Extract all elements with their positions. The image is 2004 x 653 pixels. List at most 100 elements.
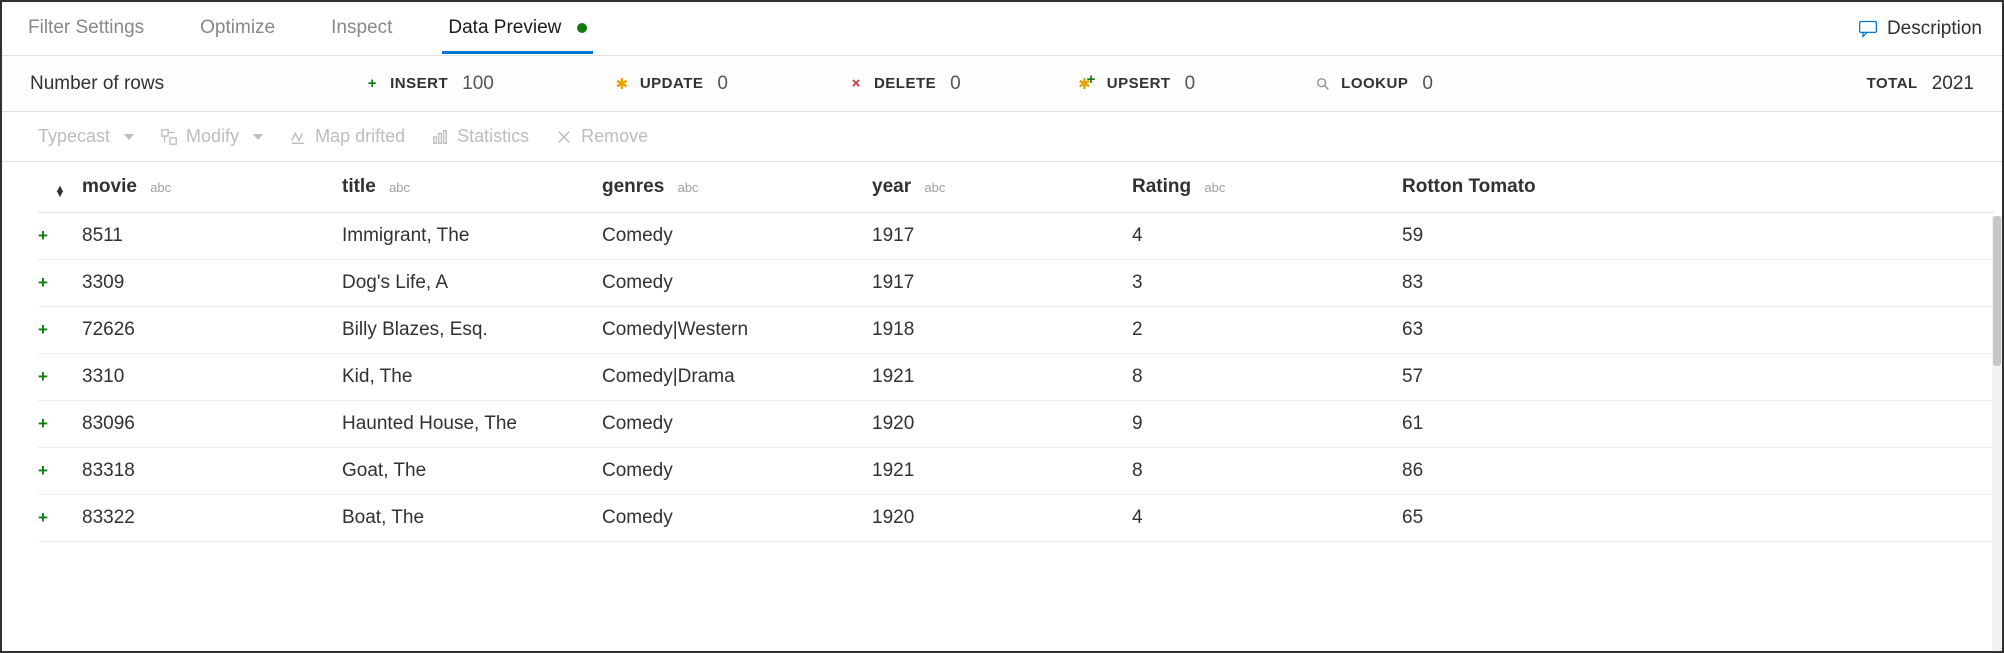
cell-title: Immigrant, The (342, 213, 602, 260)
cell-rating: 4 (1132, 213, 1402, 260)
tab-optimize[interactable]: Optimize (194, 3, 281, 54)
cell-rotten: 59 (1402, 213, 1994, 260)
stat-upsert-value: 0 (1185, 73, 1196, 95)
tab-bar: Filter Settings Optimize Inspect Data Pr… (2, 2, 2002, 56)
cell-genres: Comedy (602, 448, 872, 495)
search-icon (1315, 76, 1331, 92)
modify-icon (160, 128, 178, 146)
cell-rotten: 83 (1402, 260, 1994, 307)
stat-delete: × DELETE 0 (848, 73, 961, 95)
table-row[interactable]: +3309Dog's Life, AComedy1917383 (38, 260, 1994, 307)
tab-filter-settings[interactable]: Filter Settings (22, 3, 150, 54)
column-header-movie[interactable]: movie abc (82, 162, 342, 213)
table-row[interactable]: +83318Goat, TheComedy1921886 (38, 448, 1994, 495)
row-insert-icon: + (38, 448, 82, 495)
cell-movie: 8511 (82, 213, 342, 260)
table-row[interactable]: +8511Immigrant, TheComedy1917459 (38, 213, 1994, 260)
stat-delete-value: 0 (950, 73, 961, 95)
data-table: ▲▼ movie abc title abc genres abc (38, 162, 1994, 542)
stat-total: TOTAL 2021 (1867, 73, 1974, 95)
cell-movie: 3310 (82, 354, 342, 401)
modify-button[interactable]: Modify (160, 126, 263, 147)
stat-total-label: TOTAL (1867, 75, 1918, 92)
cell-rating: 9 (1132, 401, 1402, 448)
column-header-rating[interactable]: Rating abc (1132, 162, 1402, 213)
row-insert-icon: + (38, 307, 82, 354)
cell-year: 1917 (872, 213, 1132, 260)
cell-genres: Comedy (602, 495, 872, 542)
cell-rating: 8 (1132, 448, 1402, 495)
cell-title: Billy Blazes, Esq. (342, 307, 602, 354)
scrollbar-thumb[interactable] (1993, 216, 2001, 366)
column-header-genres[interactable]: genres abc (602, 162, 872, 213)
stat-insert-label: INSERT (390, 75, 448, 92)
cell-movie: 72626 (82, 307, 342, 354)
cell-year: 1917 (872, 260, 1132, 307)
stat-insert-value: 100 (462, 73, 494, 95)
table-toolbar: Typecast Modify Map drifted Statistics R… (2, 112, 2002, 162)
data-preview-window: Filter Settings Optimize Inspect Data Pr… (0, 0, 2004, 653)
column-year-label: year (872, 176, 911, 197)
x-icon: × (848, 76, 864, 92)
cell-rotten: 86 (1402, 448, 1994, 495)
cell-title: Boat, The (342, 495, 602, 542)
table-row[interactable]: +83096Haunted House, TheComedy1920961 (38, 401, 1994, 448)
typecast-button[interactable]: Typecast (38, 126, 134, 147)
typecast-label: Typecast (38, 126, 110, 147)
table-row[interactable]: +83322Boat, TheComedy1920465 (38, 495, 1994, 542)
remove-label: Remove (581, 126, 648, 147)
stat-upsert: ✱+ UPSERT 0 (1081, 73, 1195, 95)
tab-data-preview[interactable]: Data Preview (442, 3, 592, 54)
cell-year: 1921 (872, 448, 1132, 495)
cell-year: 1921 (872, 354, 1132, 401)
column-header-title[interactable]: title abc (342, 162, 602, 213)
statistics-button[interactable]: Statistics (431, 126, 529, 147)
tab-inspect[interactable]: Inspect (325, 3, 398, 54)
column-title-type: abc (389, 180, 410, 195)
cell-rating: 8 (1132, 354, 1402, 401)
column-movie-label: movie (82, 176, 137, 197)
stat-update-label: UPDATE (640, 75, 704, 92)
column-header-year[interactable]: year abc (872, 162, 1132, 213)
data-table-container: ▲▼ movie abc title abc genres abc (2, 162, 2002, 651)
comment-icon (1857, 19, 1879, 39)
column-movie-type: abc (150, 180, 171, 195)
map-drifted-icon (289, 128, 307, 146)
column-genres-type: abc (678, 180, 699, 195)
number-of-rows-label: Number of rows (30, 73, 164, 95)
statistics-icon (431, 128, 449, 146)
column-header-rotten[interactable]: Rotton Tomato (1402, 162, 1994, 213)
cell-title: Haunted House, The (342, 401, 602, 448)
column-rating-type: abc (1204, 180, 1225, 195)
sort-column-header[interactable]: ▲▼ (38, 162, 82, 213)
remove-button[interactable]: Remove (555, 126, 648, 147)
cell-genres: Comedy (602, 401, 872, 448)
cell-rating: 3 (1132, 260, 1402, 307)
stat-update: ✱ UPDATE 0 (614, 73, 728, 95)
statistics-label: Statistics (457, 126, 529, 147)
cell-rotten: 57 (1402, 354, 1994, 401)
vertical-scrollbar[interactable] (1992, 216, 2002, 651)
description-button[interactable]: Description (1857, 18, 1982, 40)
table-row[interactable]: +3310Kid, TheComedy|Drama1921857 (38, 354, 1994, 401)
column-rotten-label: Rotton Tomato (1402, 176, 1536, 197)
column-title-label: title (342, 176, 376, 197)
table-row[interactable]: +72626Billy Blazes, Esq.Comedy|Western19… (38, 307, 1994, 354)
cell-rating: 4 (1132, 495, 1402, 542)
row-stats-bar: Number of rows + INSERT 100 ✱ UPDATE 0 ×… (2, 56, 2002, 112)
description-label: Description (1887, 18, 1982, 40)
row-insert-icon: + (38, 213, 82, 260)
cell-movie: 83318 (82, 448, 342, 495)
row-insert-icon: + (38, 401, 82, 448)
modify-label: Modify (186, 126, 239, 147)
plus-icon: + (364, 76, 380, 92)
column-genres-label: genres (602, 176, 664, 197)
table-body: +8511Immigrant, TheComedy1917459+3309Dog… (38, 213, 1994, 542)
stat-update-value: 0 (717, 73, 728, 95)
remove-icon (555, 128, 573, 146)
map-drifted-button[interactable]: Map drifted (289, 126, 405, 147)
cell-year: 1918 (872, 307, 1132, 354)
cell-movie: 83322 (82, 495, 342, 542)
row-insert-icon: + (38, 260, 82, 307)
sort-icon: ▲▼ (55, 187, 66, 197)
